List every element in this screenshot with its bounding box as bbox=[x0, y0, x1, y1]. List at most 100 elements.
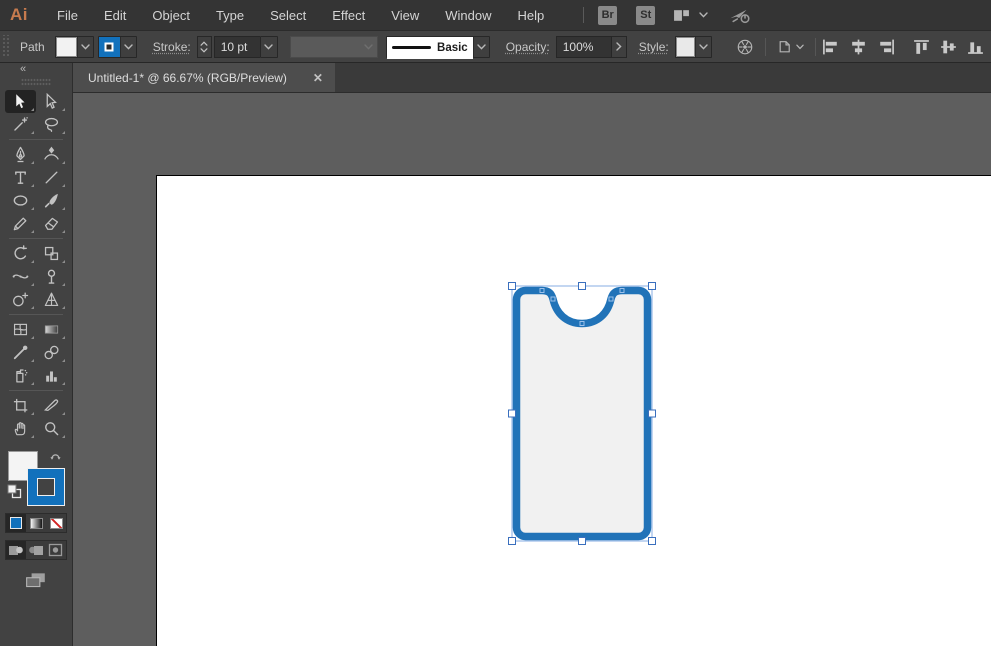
chevron-right-icon[interactable] bbox=[612, 36, 627, 58]
pencil-tool[interactable] bbox=[5, 212, 36, 235]
document-tab-bar: Untitled-1* @ 66.67% (RGB/Preview) ✕ bbox=[73, 63, 991, 93]
fill-swatch[interactable] bbox=[56, 37, 77, 57]
chevron-down-icon[interactable] bbox=[699, 12, 708, 18]
canvas[interactable] bbox=[73, 93, 991, 646]
chevron-down-icon[interactable] bbox=[473, 37, 489, 57]
vertical-align-top-icon[interactable] bbox=[911, 37, 933, 57]
color-button[interactable] bbox=[6, 514, 26, 532]
menu-file[interactable]: File bbox=[44, 0, 91, 30]
zoom-tool[interactable] bbox=[36, 417, 67, 440]
type-tool[interactable] bbox=[5, 166, 36, 189]
stroke-proxy[interactable] bbox=[27, 468, 65, 506]
stroke-swatch[interactable] bbox=[99, 37, 120, 57]
draw-normal-icon[interactable] bbox=[6, 541, 26, 559]
mesh-tool[interactable] bbox=[5, 318, 36, 341]
toolbar-separator bbox=[5, 235, 67, 242]
stock-button[interactable]: St bbox=[636, 6, 655, 25]
width-tool[interactable] bbox=[5, 265, 36, 288]
symbol-sprayer-tool[interactable] bbox=[5, 364, 36, 387]
direct-selection-tool[interactable] bbox=[36, 90, 67, 113]
gradient-tool[interactable] bbox=[36, 318, 67, 341]
menu-view[interactable]: View bbox=[378, 0, 432, 30]
style-panel-link[interactable]: Style: bbox=[639, 40, 669, 54]
stroke-panel-link[interactable]: Stroke: bbox=[153, 40, 191, 54]
stroke-color-picker[interactable] bbox=[98, 36, 137, 58]
scale-tool[interactable] bbox=[36, 242, 67, 265]
gradient-button[interactable] bbox=[26, 514, 46, 532]
opacity-input[interactable]: 100% bbox=[556, 36, 612, 58]
control-bar: Path Stroke: 10 pt Basic Opacity: bbox=[0, 30, 991, 63]
chevron-down-icon[interactable] bbox=[261, 37, 277, 57]
menu-window[interactable]: Window bbox=[432, 0, 504, 30]
shape-builder-tool[interactable] bbox=[5, 288, 36, 311]
collapse-panel-icon[interactable]: « bbox=[0, 63, 72, 77]
menu-type[interactable]: Type bbox=[203, 0, 257, 30]
chevron-down-icon[interactable] bbox=[695, 37, 711, 57]
selection-tool[interactable] bbox=[5, 90, 36, 113]
draw-inside-icon[interactable] bbox=[46, 541, 66, 559]
brush-name-label: Basic bbox=[437, 42, 468, 54]
eraser-tool[interactable] bbox=[36, 212, 67, 235]
recolor-artwork-icon[interactable] bbox=[730, 38, 760, 56]
menu-bar: Ai FileEditObjectTypeSelectEffectViewWin… bbox=[0, 0, 991, 30]
horizontal-align-right-icon[interactable] bbox=[875, 37, 897, 57]
controlbar-separator bbox=[765, 38, 766, 56]
vertical-align-center-icon[interactable] bbox=[938, 37, 960, 57]
vertical-align-bottom-icon[interactable] bbox=[965, 37, 987, 57]
magic-wand-tool[interactable] bbox=[5, 113, 36, 136]
chevron-down-icon bbox=[200, 48, 208, 53]
paintbrush-tool[interactable] bbox=[36, 189, 67, 212]
line-segment-tool[interactable] bbox=[36, 166, 67, 189]
hand-tool[interactable] bbox=[5, 417, 36, 440]
eyedropper-tool[interactable] bbox=[5, 341, 36, 364]
color-type-group bbox=[5, 513, 67, 533]
menu-object[interactable]: Object bbox=[139, 0, 203, 30]
close-tab-icon[interactable]: ✕ bbox=[313, 71, 323, 85]
puppet-warp-tool[interactable] bbox=[36, 265, 67, 288]
menu-effect[interactable]: Effect bbox=[319, 0, 378, 30]
slice-tool[interactable] bbox=[36, 394, 67, 417]
toolbar-separator bbox=[5, 311, 67, 318]
drawing-modes-group bbox=[5, 540, 67, 560]
swap-fill-stroke-icon[interactable] bbox=[49, 448, 62, 466]
blend-tool[interactable] bbox=[36, 341, 67, 364]
rotate-tool[interactable] bbox=[5, 242, 36, 265]
horizontal-align-center-icon[interactable] bbox=[848, 37, 870, 57]
align-to-selection-dropdown[interactable] bbox=[771, 38, 810, 55]
tools-panel-grip[interactable] bbox=[21, 78, 51, 86]
column-graph-tool[interactable] bbox=[36, 364, 67, 387]
draw-behind-icon[interactable] bbox=[26, 541, 46, 559]
brush-preview[interactable]: Basic bbox=[387, 37, 473, 59]
stroke-weight-stepper[interactable] bbox=[197, 36, 212, 58]
chevron-up-icon bbox=[200, 41, 208, 46]
graphic-style-dropdown[interactable] bbox=[675, 36, 712, 58]
drawn-shape[interactable] bbox=[517, 291, 648, 537]
controlbar-grip[interactable] bbox=[1, 35, 10, 58]
stroke-weight-input[interactable]: 10 pt bbox=[214, 36, 260, 58]
ellipse-tool[interactable] bbox=[5, 189, 36, 212]
lasso-tool[interactable] bbox=[36, 113, 67, 136]
opacity-panel-link[interactable]: Opacity: bbox=[506, 40, 550, 54]
pen-tool[interactable] bbox=[5, 143, 36, 166]
artboard-tool[interactable] bbox=[5, 394, 36, 417]
chevron-down-icon[interactable] bbox=[120, 37, 136, 57]
chevron-down-icon[interactable] bbox=[77, 37, 93, 57]
menu-help[interactable]: Help bbox=[504, 0, 557, 30]
document-tab[interactable]: Untitled-1* @ 66.67% (RGB/Preview) ✕ bbox=[73, 63, 335, 92]
brush-definition-dropdown[interactable]: Basic bbox=[386, 36, 490, 58]
horizontal-align-left-icon[interactable] bbox=[821, 37, 843, 57]
menu-edit[interactable]: Edit bbox=[91, 0, 139, 30]
style-swatch[interactable] bbox=[676, 37, 695, 57]
curvature-tool[interactable] bbox=[36, 143, 67, 166]
screen-mode-icon[interactable] bbox=[25, 572, 47, 594]
gpu-performance-icon[interactable] bbox=[729, 6, 751, 24]
none-button[interactable] bbox=[46, 514, 66, 532]
fill-color-picker[interactable] bbox=[55, 36, 94, 58]
menu-select[interactable]: Select bbox=[257, 0, 319, 30]
perspective-grid-tool[interactable] bbox=[36, 288, 67, 311]
selection-type-label: Path bbox=[12, 40, 55, 54]
bridge-button[interactable]: Br bbox=[598, 6, 617, 25]
workspace-switcher-icon[interactable] bbox=[673, 7, 690, 24]
stroke-weight-dropdown[interactable] bbox=[260, 36, 278, 58]
default-fill-stroke-icon[interactable] bbox=[7, 484, 22, 504]
